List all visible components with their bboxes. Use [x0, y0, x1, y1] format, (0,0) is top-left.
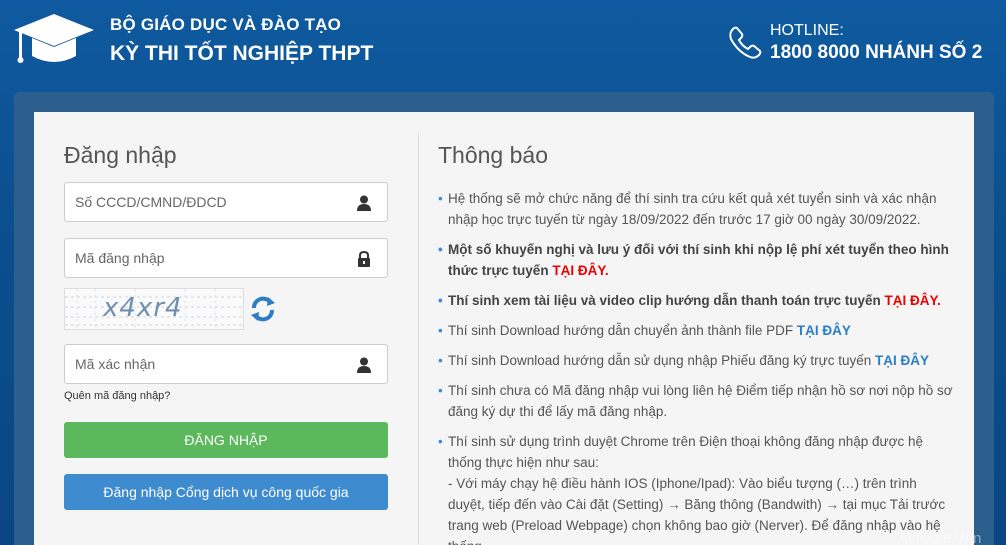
user-icon	[357, 357, 371, 373]
notice-item: Một số khuyến nghị và lưu ý đối với thí …	[438, 239, 954, 281]
notice-text: Thí sinh chưa có Mã đăng nhập vui lòng l…	[448, 383, 953, 419]
notice-subtext: - Với máy chạy hệ điều hành IOS (Iphone/…	[448, 476, 946, 545]
notice-link[interactable]: TẠI ĐÂY	[797, 323, 851, 338]
refresh-icon[interactable]	[248, 294, 278, 324]
activate-windows-watermark: Activate Win	[898, 530, 982, 545]
phone-icon	[729, 26, 762, 59]
login-title: Đăng nhập	[64, 142, 177, 168]
notice-list: Hệ thống sẽ mở chức năng để thí sinh tra…	[438, 188, 954, 545]
login-code-field[interactable]	[64, 238, 388, 278]
graduation-cap-icon	[14, 14, 94, 63]
captcha-text: x4xr4	[103, 293, 183, 323]
content-card: Đăng nhập x4xr4 Quên mã đăng nhập?	[34, 112, 974, 545]
hotline-label: HOTLINE:	[770, 22, 844, 39]
notice-link[interactable]: TẠI ĐÂY.	[552, 263, 608, 278]
notice-item: Thí sinh chưa có Mã đăng nhập vui lòng l…	[438, 380, 954, 422]
notice-text: Thí sinh Download hướng dẫn sử dụng nhập…	[448, 353, 875, 368]
notice-text: Thí sinh xem tài liệu và video clip hướn…	[448, 293, 885, 308]
notice-link[interactable]: TẠI ĐÂY	[875, 353, 929, 368]
id-number-field[interactable]	[64, 182, 388, 222]
notice-text: Một số khuyến nghị và lưu ý đối với thí …	[448, 242, 949, 278]
column-divider	[418, 132, 419, 545]
notice-item: Hệ thống sẽ mở chức năng để thí sinh tra…	[438, 188, 954, 230]
user-icon	[357, 195, 371, 211]
notice-item: Thí sinh Download hướng dẫn chuyển ảnh t…	[438, 320, 954, 341]
notice-item: Thí sinh xem tài liệu và video clip hướn…	[438, 290, 954, 311]
notice-item: Thí sinh Download hướng dẫn sử dụng nhập…	[438, 350, 954, 371]
national-portal-login-button[interactable]: Đăng nhập Cổng dịch vụ công quốc gia	[64, 474, 388, 510]
notice-text: Thí sinh Download hướng dẫn chuyển ảnh t…	[448, 323, 797, 338]
login-button[interactable]: ĐĂNG NHẬP	[64, 422, 388, 458]
notice-text: Hệ thống sẽ mở chức năng để thí sinh tra…	[448, 191, 937, 227]
notice-item: Thí sinh sử dụng trình duyệt Chrome trên…	[438, 431, 954, 545]
hotline-number: 1800 8000 NHÁNH SỐ 2	[770, 42, 983, 63]
notice-text: Thí sinh sử dụng trình duyệt Chrome trên…	[448, 434, 923, 470]
exam-name: KỲ THI TỐT NGHIỆP THPT	[110, 42, 374, 65]
site-header: BỘ GIÁO DỤC VÀ ĐÀO TẠO KỲ THI TỐT NGHIỆP…	[0, 0, 1006, 90]
verify-code-field[interactable]	[64, 344, 388, 384]
id-number-input[interactable]	[65, 183, 335, 221]
verify-code-input[interactable]	[65, 345, 335, 383]
login-code-input[interactable]	[65, 239, 335, 277]
forgot-code-link[interactable]: Quên mã đăng nhập?	[64, 390, 170, 402]
lock-icon	[358, 250, 370, 267]
notice-title: Thông báo	[438, 142, 548, 168]
notice-link[interactable]: TẠI ĐÂY.	[884, 293, 940, 308]
captcha-image: x4xr4	[64, 288, 244, 330]
org-name: BỘ GIÁO DỤC VÀ ĐÀO TẠO	[110, 15, 342, 34]
